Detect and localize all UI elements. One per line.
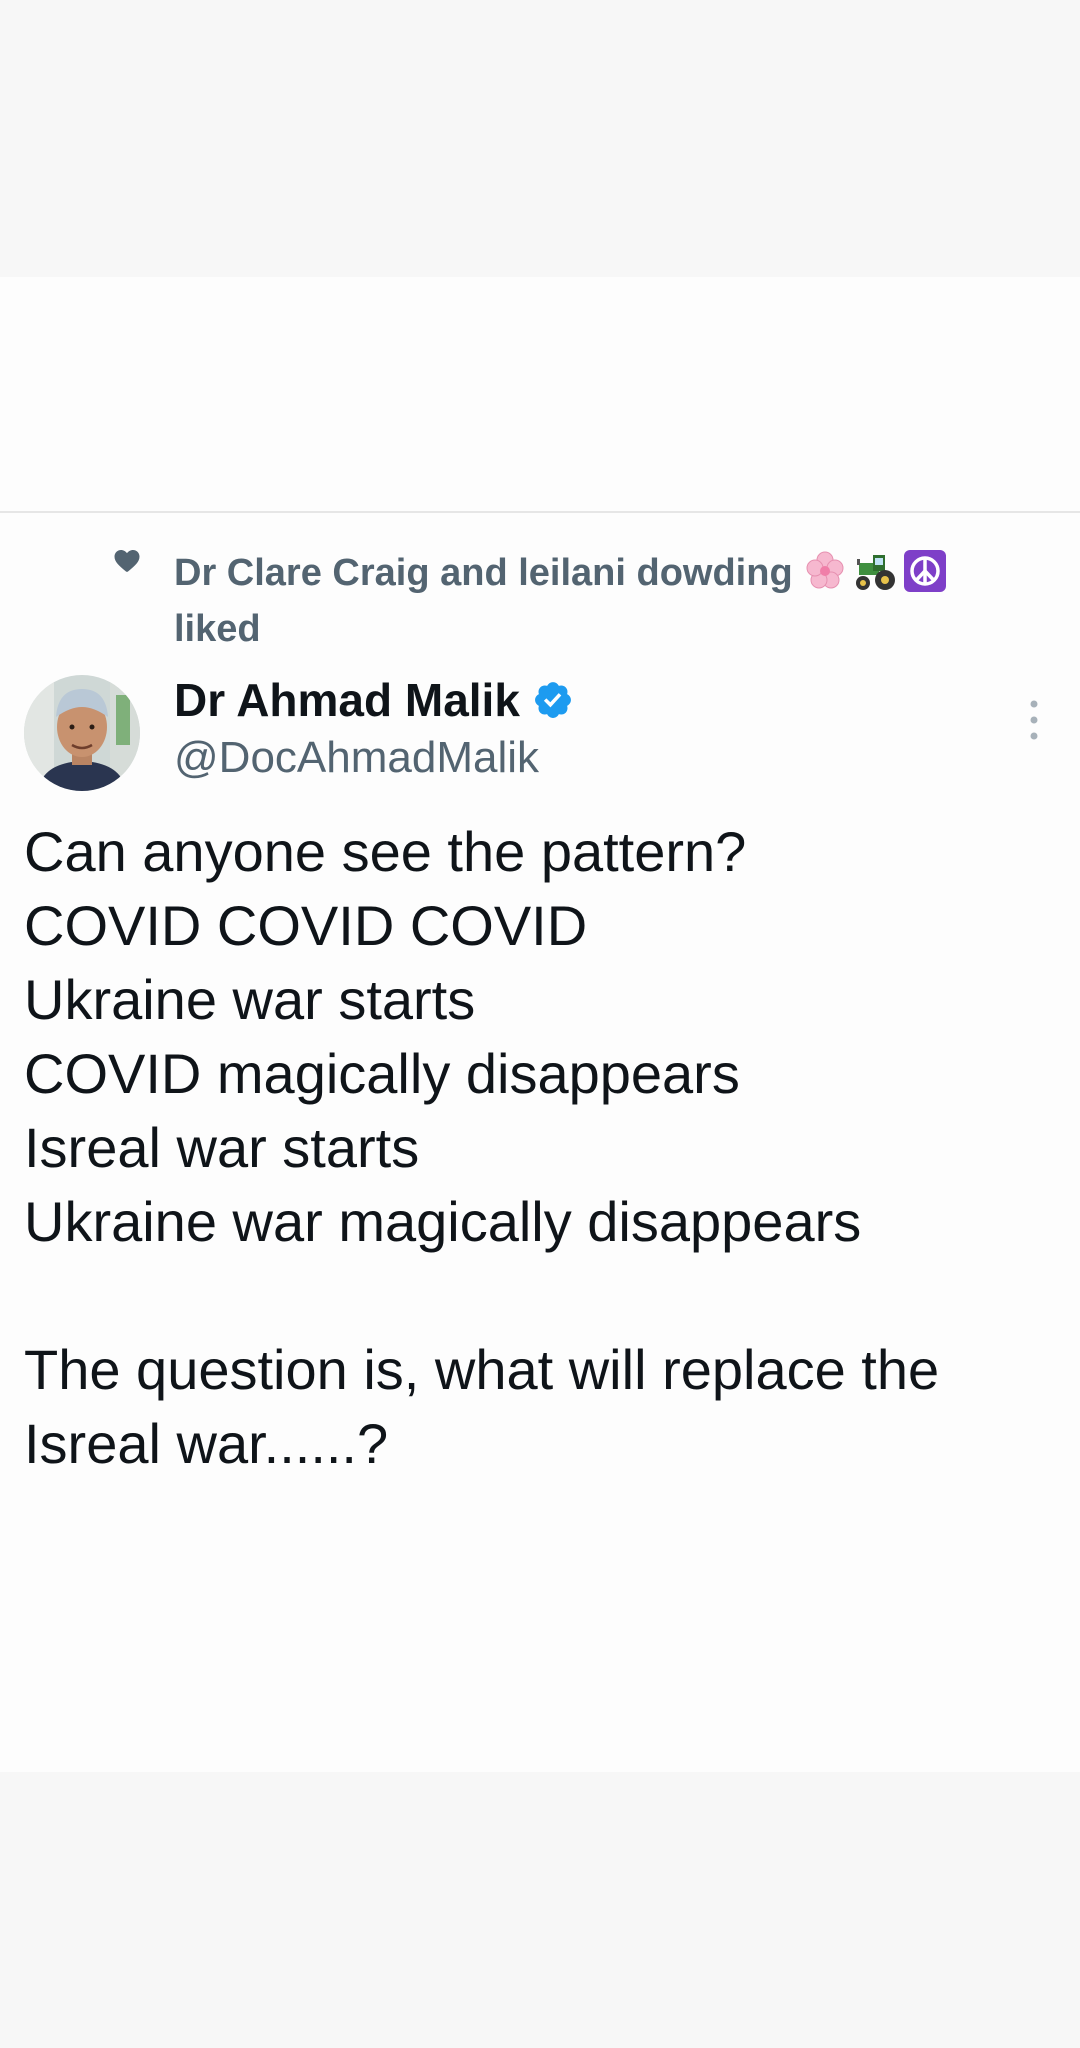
liked-label: liked — [174, 608, 261, 650]
bottom-background — [0, 1772, 1080, 2048]
avatar-image — [24, 675, 140, 791]
author-display-name[interactable]: Dr Ahmad Malik — [174, 672, 520, 728]
social-context-text: Dr Clare Craig and leilani dowding liked — [174, 545, 1014, 657]
tweet-line: COVID COVID COVID — [24, 894, 588, 957]
cherry-blossom-icon — [806, 551, 844, 589]
tractor-icon — [855, 555, 895, 590]
heart-icon — [114, 550, 140, 572]
emoji-group — [803, 549, 947, 593]
tweet-text: Can anyone see the pattern? COVID COVID … — [24, 815, 1054, 1481]
tweet-line: Ukraine war magically disappears — [24, 1190, 862, 1253]
liked-by-names[interactable]: Dr Clare Craig and leilani dowding — [174, 552, 793, 594]
avatar[interactable] — [24, 675, 140, 791]
tweet-line: Ukraine war starts — [24, 968, 476, 1031]
verified-badge-icon — [534, 682, 571, 718]
author-name[interactable]: Dr Ahmad Malik — [174, 672, 574, 728]
top-background — [0, 0, 1080, 277]
tweet-line: The question is, what will replace the I… — [24, 1338, 940, 1475]
tweet-line: Can anyone see the pattern? — [24, 820, 747, 883]
tweet-line: Isreal war starts — [24, 1116, 420, 1179]
tweet-line: COVID magically disappears — [24, 1042, 740, 1105]
divider — [0, 511, 1080, 513]
peace-symbol-icon — [903, 550, 946, 592]
author-handle[interactable]: @DocAhmadMalik — [174, 730, 539, 786]
more-options-icon[interactable] — [1026, 698, 1042, 742]
